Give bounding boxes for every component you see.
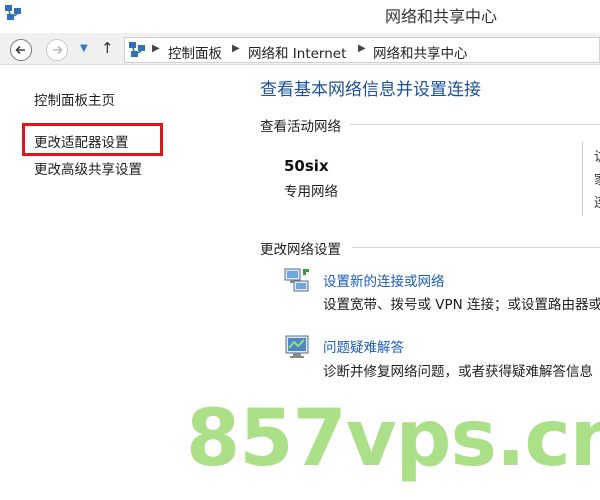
network-center-icon bbox=[5, 5, 21, 20]
setup-new-connection-link[interactable]: 设置新的连接或网络 bbox=[323, 270, 445, 290]
title-bar: 网络和共享中心 bbox=[0, 0, 600, 30]
arrow-left-icon bbox=[15, 45, 25, 55]
chevron-right-icon[interactable]: ▶ bbox=[152, 43, 160, 54]
divider bbox=[350, 124, 600, 125]
setup-new-connection-description: 设置宽带、拨号或 VPN 连接；或设置路由器或 bbox=[323, 297, 600, 313]
breadcrumb-control-panel[interactable]: 控制面板 bbox=[168, 42, 222, 62]
back-button[interactable] bbox=[10, 39, 32, 61]
navigation-bar: ▼ ↑ ▶ 控制面板 ▶ 网络和 Internet ▶ 网络和共享中心 bbox=[0, 33, 600, 65]
divider bbox=[582, 142, 583, 216]
forward-button[interactable] bbox=[46, 39, 68, 61]
divider bbox=[352, 247, 600, 248]
recent-locations-dropdown[interactable]: ▼ bbox=[80, 43, 88, 54]
breadcrumb-sharing-center[interactable]: 网络和共享中心 bbox=[373, 42, 468, 62]
connections-label: 连 bbox=[594, 192, 600, 211]
network-center-icon bbox=[129, 42, 145, 57]
page-title: 查看基本网络信息并设置连接 bbox=[260, 80, 481, 100]
watermark: 857vps.cn bbox=[186, 394, 600, 484]
chevron-right-icon[interactable]: ▶ bbox=[358, 43, 366, 54]
arrow-right-icon bbox=[53, 45, 63, 55]
homegroup-label: 家 bbox=[594, 169, 600, 188]
access-type-label: 访 bbox=[594, 146, 600, 165]
change-adapter-settings-link[interactable]: 更改适配器设置 bbox=[34, 131, 129, 151]
address-bar[interactable]: ▶ 控制面板 ▶ 网络和 Internet ▶ 网络和共享中心 bbox=[124, 37, 600, 63]
breadcrumb-network-internet[interactable]: 网络和 Internet bbox=[248, 42, 346, 62]
troubleshoot-description: 诊断并修复网络问题，或者获得疑难解答信息 bbox=[323, 364, 593, 380]
change-settings-heading: 更改网络设置 bbox=[260, 242, 341, 258]
network-type: 专用网络 bbox=[284, 184, 338, 200]
chevron-right-icon[interactable]: ▶ bbox=[232, 43, 240, 54]
active-networks-heading: 查看活动网络 bbox=[260, 119, 341, 135]
troubleshoot-icon bbox=[285, 335, 309, 358]
control-panel-home-link[interactable]: 控制面板主页 bbox=[34, 89, 115, 109]
change-advanced-sharing-link[interactable]: 更改高级共享设置 bbox=[34, 158, 142, 178]
network-setup-icon bbox=[284, 268, 309, 292]
network-name: 50six bbox=[284, 157, 329, 175]
window-title: 网络和共享中心 bbox=[385, 7, 498, 26]
up-button[interactable]: ↑ bbox=[101, 39, 114, 57]
troubleshoot-link[interactable]: 问题疑难解答 bbox=[323, 336, 404, 356]
